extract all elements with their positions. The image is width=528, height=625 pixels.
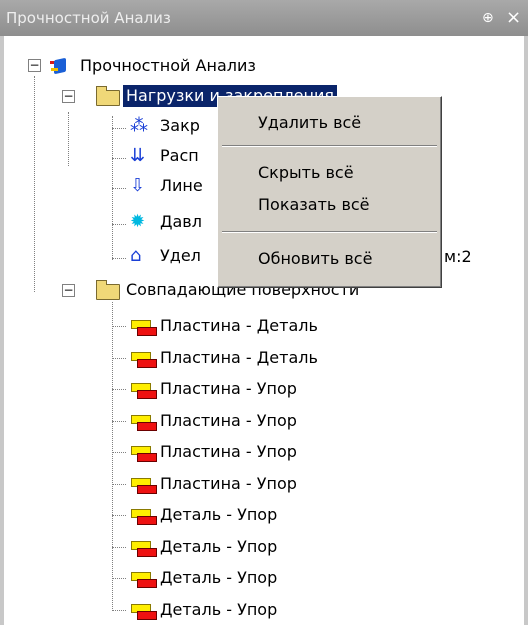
context-menu: Удалить всё Скрыть всё Показать всё Обно… — [217, 96, 442, 288]
distributed-load-icon: ⇊ — [130, 145, 146, 166]
folder-icon — [94, 85, 120, 107]
fixture-icon: ⁂ — [130, 115, 148, 136]
contact-pair-item[interactable]: Пластина - Упор — [128, 440, 300, 464]
menu-item-refresh-all[interactable]: Обновить всё — [258, 249, 372, 268]
close-icon[interactable]: × — [506, 0, 521, 36]
contact-pair-icon — [128, 536, 157, 558]
contact-pair-label: Пластина - Упор — [160, 410, 297, 430]
contact-pair-item[interactable]: Пластина - Деталь — [128, 314, 321, 338]
contacts-folder-expander[interactable]: − — [62, 284, 75, 297]
panel-titlebar: Прочностной Анализ ⊕ × — [0, 0, 528, 36]
contact-pair-label: Деталь - Упор — [160, 599, 278, 619]
contact-pair-item[interactable]: Деталь - Упор — [128, 535, 280, 559]
contact-pair-icon — [128, 410, 157, 432]
tree-item-fixture[interactable]: ⁂ Закр — [128, 114, 203, 138]
tree-item-label: Лине — [160, 176, 203, 195]
contact-pair-item[interactable]: Пластина - Упор — [128, 472, 300, 496]
tree-item-label: Удел — [160, 246, 201, 265]
pressure-icon: ✹ — [130, 211, 146, 232]
contact-pair-icon — [128, 567, 157, 589]
contact-pair-icon — [128, 504, 157, 526]
panel-title: Прочностной Анализ — [6, 9, 171, 27]
specific-load-icon: ⌂ — [130, 245, 142, 266]
contact-pair-label: Деталь - Упор — [160, 568, 278, 587]
contact-pair-icon — [128, 378, 157, 400]
contact-pair-label: Деталь - Упор — [160, 536, 278, 556]
contact-pair-item[interactable]: Пластина - Упор — [128, 377, 300, 401]
specific-load-suffix: м:2 — [444, 247, 472, 266]
contact-pair-icon — [128, 347, 157, 369]
contact-pair-icon — [128, 315, 157, 337]
tree-item-label: Давл — [160, 212, 202, 231]
tree-item-linear-load[interactable]: ⇩ Лине — [128, 174, 206, 198]
contact-pair-item[interactable]: Пластина - Упор — [128, 409, 300, 433]
contact-pair-icon — [128, 599, 157, 621]
tree-item-distributed-load[interactable]: ⇊ Расп — [128, 144, 202, 168]
tree-item-label: Расп — [160, 146, 199, 165]
contact-pair-item[interactable]: Деталь - Упор — [128, 503, 280, 527]
tree-item-pressure[interactable]: ✹ Давл — [128, 210, 205, 234]
contact-pair-label: Пластина - Упор — [160, 473, 297, 493]
menu-item-show-all[interactable]: Показать всё — [258, 195, 370, 214]
folder-icon — [94, 279, 120, 301]
contact-pair-item[interactable]: Пластина - Деталь — [128, 346, 321, 370]
contact-pair-label: Пластина - Упор — [160, 442, 297, 461]
contact-pair-label: Деталь - Упор — [160, 505, 278, 524]
pin-icon[interactable]: ⊕ — [482, 0, 494, 36]
tree-item-specific-load[interactable]: ⌂ Удел — [128, 244, 204, 268]
contact-pair-label: Пластина - Деталь — [160, 347, 318, 367]
menu-separator — [222, 231, 437, 233]
tree-root[interactable]: Прочностной Анализ — [48, 54, 259, 78]
menu-item-hide-all[interactable]: Скрыть всё — [258, 163, 354, 182]
contact-pair-item[interactable]: Деталь - Упор — [128, 598, 280, 622]
menu-separator — [222, 145, 437, 147]
contact-pair-label: Пластина - Упор — [160, 379, 297, 398]
loads-folder-expander[interactable]: − — [62, 90, 75, 103]
contact-pair-item[interactable]: Деталь - Упор — [128, 566, 280, 590]
contact-pair-icon — [128, 473, 157, 495]
analysis-icon — [48, 55, 74, 77]
contact-pair-label: Пластина - Деталь — [160, 316, 318, 335]
contact-pair-icon — [128, 441, 157, 463]
tree-root-label: Прочностной Анализ — [80, 56, 256, 75]
menu-item-delete-all[interactable]: Удалить всё — [258, 113, 361, 132]
tree-item-label: Закр — [160, 116, 200, 135]
linear-load-icon: ⇩ — [130, 175, 146, 196]
root-expander[interactable]: − — [28, 59, 41, 72]
